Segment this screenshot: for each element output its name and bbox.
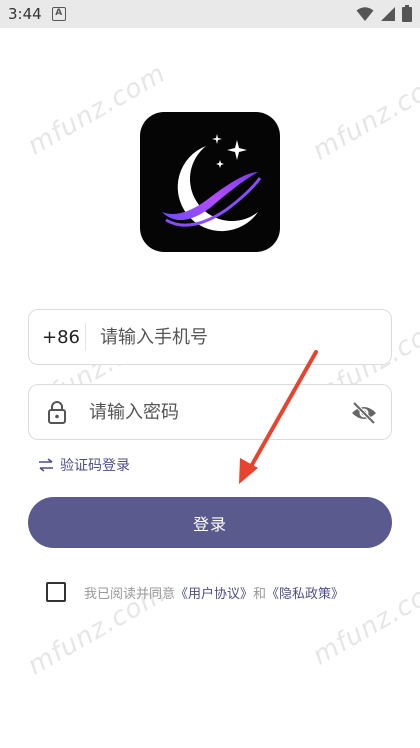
agreement-and: 和 bbox=[253, 586, 267, 602]
status-bar: 3:44 A bbox=[0, 0, 420, 28]
swap-icon bbox=[39, 458, 53, 472]
agreement-prefix: 我已阅读并同意 bbox=[84, 586, 176, 602]
privacy-policy-link[interactable]: 《隐私政策》 bbox=[266, 587, 344, 602]
signal-icon bbox=[381, 6, 395, 21]
password-field[interactable] bbox=[28, 384, 392, 440]
wifi-icon bbox=[356, 6, 374, 21]
agreement-checkbox[interactable] bbox=[46, 582, 66, 602]
app-logo bbox=[140, 112, 280, 252]
phone-input[interactable] bbox=[100, 310, 391, 364]
sms-login-label[interactable]: 验证码登录 bbox=[60, 455, 130, 475]
battery-icon bbox=[402, 5, 412, 22]
moon-logo-icon bbox=[162, 134, 262, 232]
a-letter-icon: A bbox=[51, 7, 66, 21]
user-agreement-link[interactable]: 《用户协议》 bbox=[175, 587, 253, 602]
status-time: 3:44 bbox=[8, 5, 42, 23]
status-icons bbox=[356, 5, 412, 22]
field-divider bbox=[85, 323, 86, 351]
phone-field[interactable]: +86 bbox=[28, 309, 392, 365]
agreement-text: 我已阅读并同意《用户协议》和《隐私政策》 bbox=[84, 583, 344, 602]
country-code[interactable]: +86 bbox=[29, 327, 85, 348]
sms-login-link[interactable]: 验证码登录 bbox=[38, 455, 130, 475]
agreement-row: 我已阅读并同意《用户协议》和《隐私政策》 bbox=[46, 582, 344, 602]
lock-icon bbox=[48, 401, 66, 424]
eye-off-icon[interactable] bbox=[351, 401, 377, 425]
login-button[interactable]: 登录 bbox=[28, 497, 392, 548]
password-input[interactable] bbox=[89, 385, 391, 439]
watermark: mfunz.com bbox=[307, 63, 420, 167]
